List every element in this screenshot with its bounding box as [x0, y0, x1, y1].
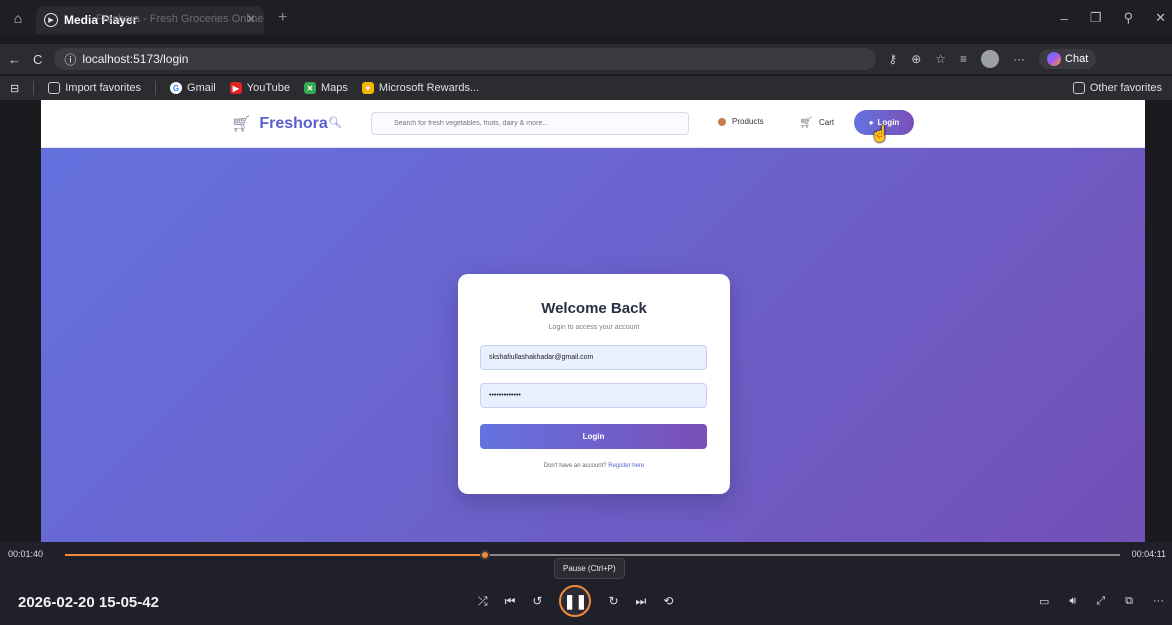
login-submit-label: Login [582, 432, 605, 441]
rewind-10-icon[interactable]: ↺ [532, 594, 542, 608]
cart-logo-icon: 🛒︎ [231, 116, 252, 133]
password-value: ••••••••••••• [489, 392, 521, 399]
total-time: 00:04:11 [1131, 549, 1166, 559]
fav-import[interactable]: Import favorites [48, 82, 141, 94]
pause-tooltip: Pause (Ctrl+P) [554, 558, 625, 579]
nav-cart-label: Cart [818, 118, 835, 127]
register-text: Don't have an account? [543, 463, 607, 469]
google-icon: G [170, 82, 183, 94]
site-navbar: 🛒︎ Freshora 🔍︎ Products 🛒︎ Cart ● Login … [41, 100, 1145, 148]
favorites-bar: ⊟ Import favorites G Gmail ▶ YouTube ✕ M… [0, 76, 1172, 100]
search-input[interactable] [371, 112, 689, 135]
email-value: skshafiullashakhadar@gmail.com [489, 354, 594, 361]
home-icon[interactable]: ⌂ [0, 0, 36, 36]
nav-products-label: Products [732, 117, 764, 126]
star-icon[interactable]: ☆ [935, 52, 946, 66]
nav-cart-link[interactable]: 🛒︎ Cart [799, 116, 834, 129]
media-title: 2026-02-20 15-05-42 [18, 594, 159, 611]
divider [155, 81, 157, 95]
maps-icon: ✕ [304, 82, 316, 94]
restore-icon[interactable]: ❐ [1090, 10, 1102, 26]
fav-label: Import favorites [65, 82, 142, 94]
login-card: Welcome Back Login to access your accoun… [458, 274, 730, 494]
login-subtitle: Login to access your account [548, 324, 640, 331]
divider [33, 81, 35, 95]
info-icon: ⓘ [64, 52, 77, 67]
media-player-icon: ▶ [44, 13, 58, 27]
captions-icon[interactable]: ▭ [1039, 595, 1049, 608]
hand-cursor-icon: ☝ [870, 126, 890, 143]
password-field[interactable]: ••••••••••••• [480, 383, 707, 408]
collections-icon[interactable]: ⊟ [10, 82, 19, 95]
screen: ⌂ ▶ Freshora - Fresh Groceries Online Me… [0, 0, 1172, 625]
window-title-bar: ⌂ ▶ Freshora - Fresh Groceries Online Me… [0, 0, 1172, 36]
back-icon[interactable]: ← [8, 52, 21, 67]
playback-buttons: ⤮ ⏮ ↺ ❚❚ ↻ ⏭ ⟲ [478, 585, 673, 617]
more-options-icon[interactable]: ··· [1153, 595, 1164, 608]
register-link[interactable]: Register here [608, 463, 644, 469]
fav-label: Gmail [187, 82, 216, 94]
chat-button[interactable]: Chat [1039, 49, 1097, 69]
window-controls: – ❐ ⚲ ✕ [1061, 0, 1166, 36]
register-prompt: Don't have an account? Register here [458, 463, 730, 469]
folder-icon [48, 82, 61, 94]
zoom-icon[interactable]: ⊕ [911, 52, 921, 66]
new-tab-icon[interactable]: + [278, 9, 287, 27]
email-field[interactable]: skshafiullashakhadar@gmail.com [480, 345, 707, 370]
toolbar-icons: ⚷ ⊕ ☆ ≡ ··· Chat [888, 49, 1097, 69]
mini-player-icon[interactable]: ⧉ [1125, 595, 1133, 608]
rewards-icon: ♥ [361, 82, 374, 94]
close-window-icon[interactable]: ✕ [1155, 10, 1166, 26]
pin-icon[interactable]: ⚲ [1124, 10, 1134, 26]
copilot-icon [1047, 52, 1062, 66]
repeat-icon[interactable]: ⟲ [663, 594, 673, 608]
fav-rewards[interactable]: ♥ Microsoft Rewards... [361, 82, 480, 94]
chat-label: Chat [1065, 53, 1089, 65]
youtube-icon: ▶ [229, 82, 242, 94]
address-bar[interactable]: ⓘ localhost:5173/login [54, 48, 877, 70]
seek-bar[interactable] [65, 550, 1120, 560]
fav-label: Maps [321, 82, 348, 94]
brand-logo[interactable]: 🛒︎ Freshora [231, 114, 328, 134]
shuffle-icon[interactable]: ⤮ [478, 594, 488, 609]
media-controls: 00:01:40 00:04:11 Pause (Ctrl+P) 2026-02… [0, 542, 1172, 625]
pause-button[interactable]: ❚❚ [559, 585, 592, 617]
folder-icon [1072, 82, 1085, 94]
profile-avatar[interactable] [981, 50, 1000, 68]
nav-products-link[interactable]: Products [718, 117, 764, 126]
cart-icon: 🛒︎ [799, 117, 813, 129]
more-icon[interactable]: ··· [1013, 52, 1025, 66]
fav-label: YouTube [246, 82, 290, 94]
address-bar-row: ← C ⓘ localhost:5173/login ⚷ ⊕ ☆ ≡ ··· C… [0, 44, 1172, 74]
products-icon [718, 117, 726, 126]
other-favorites[interactable]: Other favorites [1072, 82, 1162, 94]
tab-close-icon[interactable]: ✕ [246, 12, 256, 26]
url-text: localhost:5173/login [82, 52, 189, 66]
fav-maps[interactable]: ✕ Maps [304, 82, 348, 94]
player-options: ▭ 🔊︎ ⤢ ⧉ ··· [1039, 595, 1164, 608]
login-title: Welcome Back [541, 300, 647, 317]
search-icon: 🔍︎ [328, 117, 342, 129]
brand-name: Freshora [259, 115, 328, 132]
browser-tab[interactable]: ▶ Freshora - Fresh Groceries Online Medi… [36, 6, 264, 34]
fullscreen-icon[interactable]: ⤢ [1096, 595, 1105, 608]
fav-youtube[interactable]: ▶ YouTube [229, 82, 290, 94]
web-page: 🛒︎ Freshora 🔍︎ Products 🛒︎ Cart ● Login … [41, 100, 1145, 542]
seek-handle[interactable] [480, 550, 491, 560]
key-icon[interactable]: ⚷ [888, 52, 897, 66]
forward-30-icon[interactable]: ↻ [608, 594, 618, 608]
next-icon[interactable]: ⏭ [636, 594, 647, 609]
fav-label: Microsoft Rewards... [378, 82, 480, 94]
favorites-icon[interactable]: ≡ [960, 52, 967, 66]
seek-progress [65, 554, 486, 556]
tab-title: Freshora - Fresh Groceries Online [96, 13, 264, 25]
elapsed-time: 00:01:40 [8, 549, 44, 559]
login-submit-button[interactable]: Login [480, 424, 707, 449]
fav-label: Other favorites [1089, 82, 1162, 94]
refresh-icon[interactable]: C [33, 52, 42, 67]
previous-icon[interactable]: ⏮ [505, 594, 516, 609]
volume-icon[interactable]: 🔊︎ [1069, 595, 1076, 608]
minimize-icon[interactable]: – [1061, 11, 1068, 26]
fav-gmail[interactable]: G Gmail [170, 82, 216, 94]
